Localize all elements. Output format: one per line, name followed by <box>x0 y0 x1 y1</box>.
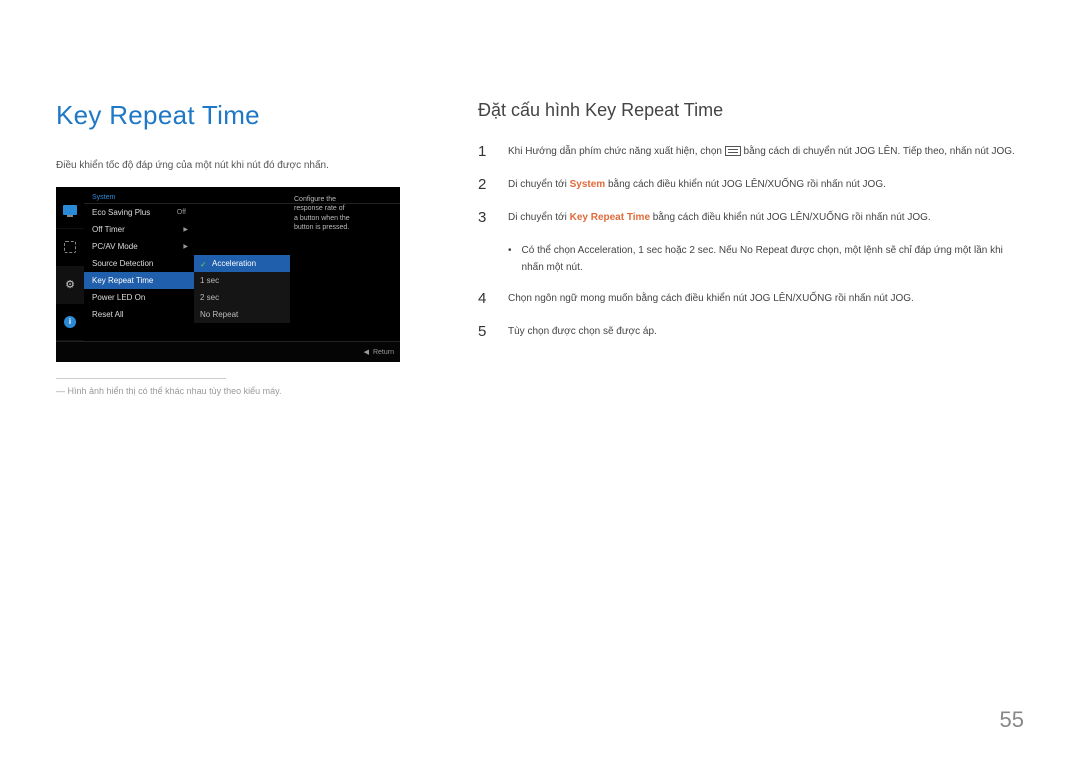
step-text: Di chuyển tới Key Repeat Time bằng cách … <box>508 209 1024 226</box>
step-number: 3 <box>478 209 492 226</box>
osd-left-icons: ⚙ i <box>56 192 84 341</box>
osd-menu-item: PC/AV Mode▶ <box>84 238 194 255</box>
monitor-icon <box>56 192 84 229</box>
gear-icon: ⚙ <box>56 267 84 304</box>
step-item: 5 Tùy chọn được chọn sẽ được áp. <box>478 323 1024 340</box>
divider <box>56 378 226 379</box>
step-number: 2 <box>478 176 492 193</box>
step-item: 2 Di chuyển tới System bằng cách điều khi… <box>478 176 1024 193</box>
step-list: 1 Khi Hướng dẫn phím chức năng xuất hiện,… <box>478 143 1024 340</box>
osd-menu-item: Off Timer▶ <box>84 221 194 238</box>
step-item: 4 Chọn ngôn ngữ mong muốn bằng cách điều … <box>478 290 1024 307</box>
note-text: ― Hình ảnh hiển thị có thể khác nhau tùy… <box>56 385 406 399</box>
osd-option-item: ✓Acceleration <box>194 255 290 272</box>
osd-screenshot: ⚙ i System Eco Saving PlusOffOff Timer▶P… <box>56 187 400 362</box>
step-text: Di chuyển tới System bằng cách điều khiể… <box>508 176 1024 193</box>
step-number: 1 <box>478 143 492 160</box>
step-text: Tùy chọn được chọn sẽ được áp. <box>508 323 1024 340</box>
osd-menu-item: Key Repeat Time <box>84 272 194 289</box>
osd-menu-item: Source Detection <box>84 255 194 272</box>
page-title: Key Repeat Time <box>56 100 406 131</box>
return-arrow-icon: ◀ <box>364 348 369 356</box>
step-item: 1 Khi Hướng dẫn phím chức năng xuất hiện,… <box>478 143 1024 160</box>
step-text: Khi Hướng dẫn phím chức năng xuất hiện, … <box>508 143 1024 160</box>
section-title: Đặt cấu hình Key Repeat Time <box>478 100 1024 121</box>
osd-menu-item: Power LED On <box>84 289 194 306</box>
step-item: 3 Di chuyển tới Key Repeat Time bằng cách… <box>478 209 1024 226</box>
step-text: Chọn ngôn ngữ mong muốn bằng cách điều k… <box>508 290 1024 307</box>
page-number: 55 <box>1000 707 1024 733</box>
step-number: 5 <box>478 323 492 340</box>
menu-icon <box>725 146 741 156</box>
step-number: 4 <box>478 290 492 307</box>
osd-option-item: 1 sec <box>194 272 290 289</box>
picture-icon <box>56 229 84 266</box>
osd-option-item: 2 sec <box>194 289 290 306</box>
osd-return-bar: ◀ Return <box>56 341 400 362</box>
info-icon: i <box>56 304 84 341</box>
osd-info-box: Configure theresponse rate ofa button wh… <box>290 192 396 246</box>
osd-menu-item: Eco Saving PlusOff <box>84 204 194 221</box>
bullet-note: •Có thể chọn Acceleration, 1 sec hoặc 2 … <box>508 242 1024 276</box>
osd-option-item: No Repeat <box>194 306 290 323</box>
osd-return-label: Return <box>373 349 394 356</box>
page-description: Điều khiển tốc độ đáp ứng của một nút kh… <box>56 159 406 173</box>
osd-menu-item: Reset All <box>84 306 194 323</box>
